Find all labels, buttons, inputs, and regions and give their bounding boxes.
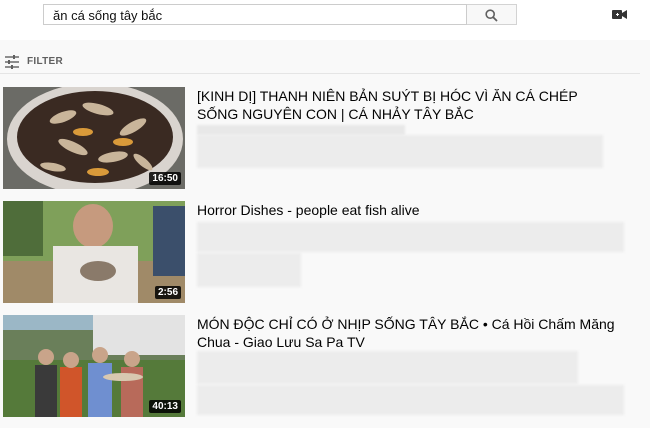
video-title[interactable]: Horror Dishes - people eat fish alive [197, 201, 602, 219]
blurred-description [197, 385, 624, 415]
blurred-channel [197, 222, 624, 252]
video-camera-icon[interactable] [612, 9, 627, 20]
filter-label: FILTER [27, 56, 64, 67]
top-bar [0, 0, 650, 40]
video-duration: 16:50 [149, 172, 181, 185]
blurred-description [197, 253, 301, 287]
search-input[interactable] [53, 7, 453, 23]
blurred-channel [197, 125, 405, 135]
divider [0, 73, 640, 74]
video-thumbnail[interactable]: 2:56 [3, 201, 185, 303]
video-duration: 2:56 [154, 286, 181, 299]
video-title[interactable]: MÓN ĐỘC CHỈ CÓ Ở NHỊP SỐNG TÂY BẮC • Cá … [197, 315, 617, 351]
video-thumbnail[interactable]: 16:50 [3, 87, 185, 189]
video-duration: 40:13 [149, 400, 181, 413]
blurred-channel [197, 351, 578, 384]
search-box[interactable] [43, 4, 467, 25]
video-thumbnail[interactable]: 40:13 [3, 315, 185, 417]
video-title[interactable]: [KINH DỊ] THANH NIÊN BẢN SUÝT BỊ HÓC VÌ … [197, 87, 602, 123]
search-button[interactable] [467, 4, 517, 25]
filter-sliders-icon [5, 55, 19, 69]
blurred-description [197, 135, 603, 168]
search-icon [485, 9, 498, 22]
